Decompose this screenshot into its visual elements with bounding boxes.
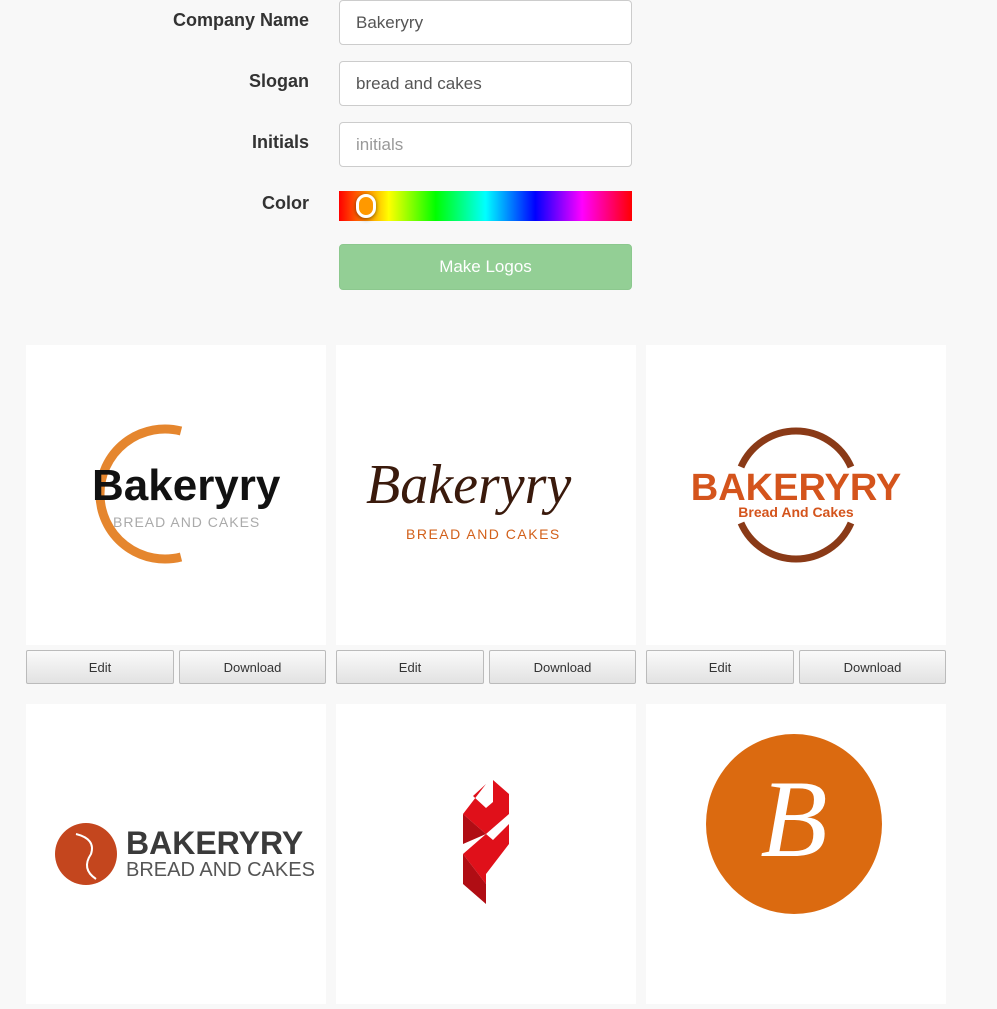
- logo-slogan: BREAD AND CAKES: [113, 514, 260, 530]
- logo-initial: B: [760, 758, 827, 880]
- logo-card-2[interactable]: Bakeryry BREAD AND CAKES: [336, 345, 636, 645]
- logo-card-6[interactable]: B: [646, 704, 946, 1004]
- color-label: Color: [262, 193, 309, 213]
- logo-card-5[interactable]: [336, 704, 636, 1004]
- geometric-mark-icon: [463, 762, 509, 904]
- download-button[interactable]: Download: [489, 650, 636, 684]
- initials-input[interactable]: [339, 122, 632, 167]
- slogan-input[interactable]: [339, 61, 632, 106]
- edit-button[interactable]: Edit: [26, 650, 174, 684]
- logo-name: Bakeryry: [366, 454, 571, 516]
- edit-button[interactable]: Edit: [646, 650, 794, 684]
- slogan-label: Slogan: [248, 71, 309, 91]
- logo-name: BAKERYRY: [691, 467, 901, 509]
- download-button[interactable]: Download: [799, 650, 946, 684]
- company-name-label: Company Name: [172, 10, 309, 30]
- logo-slogan: BREAD AND CAKES: [126, 859, 315, 881]
- logo-slogan: BREAD AND CAKES: [406, 526, 561, 542]
- logo-card-4[interactable]: BAKERYRY BREAD AND CAKES: [26, 704, 326, 1004]
- color-slider-handle[interactable]: [356, 194, 376, 218]
- make-logos-button[interactable]: Make Logos: [339, 244, 632, 290]
- company-name-input[interactable]: [339, 0, 632, 45]
- ornament-emblem-icon: [55, 823, 117, 885]
- logo-slogan: Bread And Cakes: [738, 504, 854, 520]
- logo-card-3[interactable]: BAKERYRY Bread And Cakes: [646, 345, 946, 645]
- logo-card-1[interactable]: Bakeryry BREAD AND CAKES: [26, 345, 326, 645]
- download-button[interactable]: Download: [179, 650, 326, 684]
- initials-label: Initials: [251, 132, 309, 152]
- color-hue-slider[interactable]: [339, 191, 632, 221]
- logo-name: BAKERYRY: [126, 825, 303, 861]
- logo-name: Bakeryry: [92, 461, 281, 510]
- edit-button[interactable]: Edit: [336, 650, 484, 684]
